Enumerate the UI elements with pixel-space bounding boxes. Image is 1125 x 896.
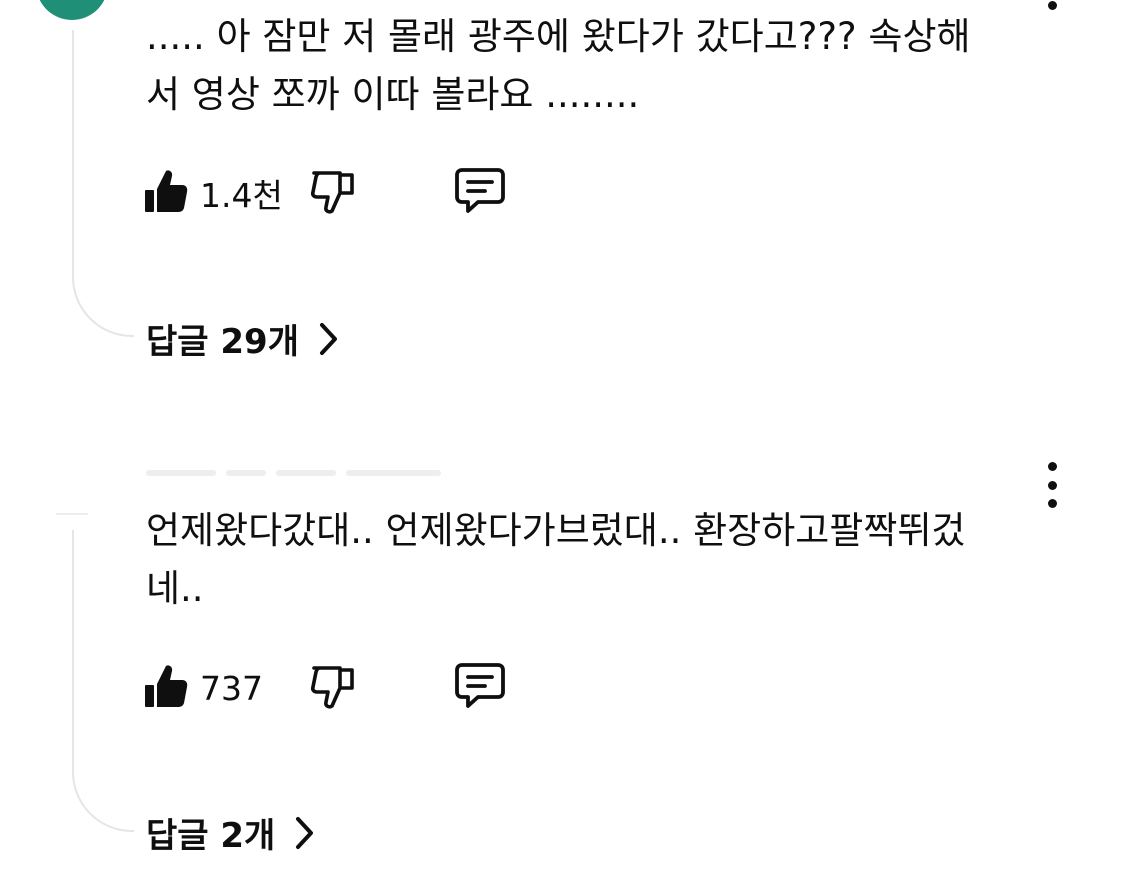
view-replies-button[interactable]: 답글 29개 <box>146 314 339 363</box>
more-options-icon[interactable] <box>1040 0 1064 10</box>
replies-count-label: 답글 29개 <box>146 322 299 362</box>
comment-icon <box>454 661 506 715</box>
replies-count-label: 답글 2개 <box>146 816 276 856</box>
comment-icon <box>454 166 506 220</box>
reply-button[interactable] <box>454 661 506 715</box>
comment-text-line: 서 영상 쪼까 이따 볼라요 ........ <box>146 73 640 116</box>
comment-text: 언제왔다갔대.. 언제왔다가브렀대.. 환장하고팔짝뛰겄 네.. <box>146 502 1026 618</box>
more-options-icon[interactable] <box>1040 462 1064 508</box>
thread-curve <box>72 275 134 337</box>
comment-text: ..... 아 잠만 저 몰래 광주에 왔다가 갔다고??? 속상해 서 영상 … <box>146 8 1026 124</box>
thread-line <box>72 30 74 280</box>
divider <box>56 513 88 515</box>
chevron-right-icon <box>319 322 339 356</box>
avatar[interactable] <box>36 0 108 20</box>
like-count: 737 <box>200 668 263 708</box>
thumbs-down-icon <box>310 167 356 219</box>
view-replies-button[interactable]: 답글 2개 <box>146 808 315 857</box>
comment-text-line: 네.. <box>146 567 204 610</box>
author-name[interactable] <box>146 462 466 484</box>
like-button[interactable]: 1.4천 <box>144 168 296 218</box>
comment-text-line: ..... 아 잠만 저 몰래 광주에 왔다가 갔다고??? 속상해 <box>146 15 971 58</box>
thumbs-down-icon <box>310 662 356 714</box>
thumbs-up-icon <box>144 168 188 218</box>
like-button[interactable]: 737 <box>144 663 296 713</box>
thread-curve <box>72 770 134 832</box>
dislike-button[interactable] <box>310 167 356 219</box>
thread-line <box>72 530 74 774</box>
dislike-button[interactable] <box>310 662 356 714</box>
like-count: 1.4천 <box>200 176 283 215</box>
comment-text-line: 언제왔다갔대.. 언제왔다가브렀대.. 환장하고팔짝뛰겄 <box>146 509 966 552</box>
thumbs-up-icon <box>144 663 188 713</box>
comment-actions: 737 <box>144 660 506 716</box>
comment-actions: 1.4천 <box>144 165 506 221</box>
chevron-right-icon <box>295 816 315 850</box>
reply-button[interactable] <box>454 166 506 220</box>
